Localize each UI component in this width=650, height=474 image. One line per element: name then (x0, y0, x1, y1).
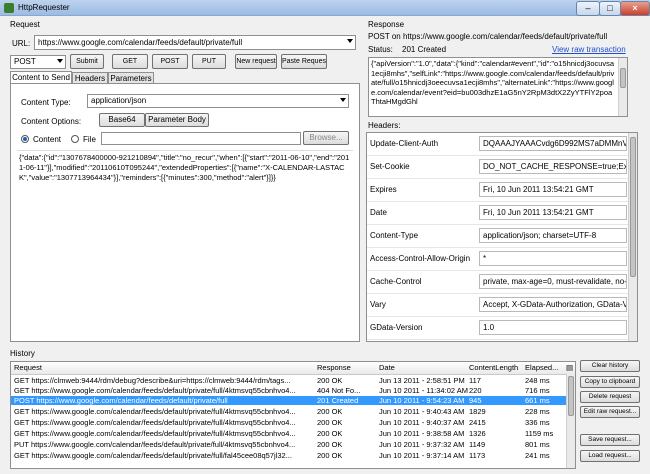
new-request-button[interactable]: New request (235, 54, 277, 69)
base64-button[interactable]: Base64 (99, 113, 145, 127)
table-row[interactable]: GET https://www.google.com/calendar/feed… (11, 407, 575, 416)
content-type-label: Content Type: (21, 98, 71, 107)
history-scrollbar[interactable] (566, 374, 575, 468)
header-value[interactable]: Fri, 10 Jun 2011 13:54:21 GMT (479, 205, 627, 220)
title-bar: HttpRequester – □ × (0, 0, 650, 16)
header-row: Set-Cookie DO_NOT_CACHE_RESPONSE=true;Ex (367, 156, 629, 179)
status-value: 201 Created (402, 45, 447, 54)
header-row: Expires Fri, 10 Jun 2011 13:54:21 GMT (367, 179, 629, 202)
header-value[interactable]: * (479, 251, 627, 266)
response-body-scrollbar[interactable] (618, 58, 627, 116)
radio-file-label: File (83, 135, 96, 144)
header-row: Cache-Control private, max-age=0, must-re… (367, 271, 629, 294)
headers-label: Headers: (368, 121, 401, 130)
paste-request-button[interactable]: Paste Request (281, 54, 327, 69)
header-value[interactable]: 1.0 (479, 320, 627, 335)
header-row: Vary Accept, X-GData-Authorization, GData… (367, 294, 629, 317)
chevron-down-icon[interactable] (347, 39, 353, 43)
minimize-icon[interactable]: – (576, 1, 600, 16)
status-label: Status: (368, 45, 393, 54)
delete-request-button[interactable]: Delete request (580, 391, 640, 403)
header-key: Expires (370, 185, 397, 194)
header-value[interactable]: Accept, X-GData-Authorization, GData-V (479, 297, 627, 312)
header-key: Set-Cookie (370, 162, 410, 171)
app-icon (4, 3, 14, 13)
header-row: Update-Client-Auth DQAAAJYAAACvdg6D992MS7… (367, 133, 629, 156)
column-chooser-icon[interactable]: ▤ (566, 363, 573, 372)
header-value[interactable]: Fri, 10 Jun 2011 13:54:21 GMT (479, 182, 627, 197)
window-title: HttpRequester (18, 3, 70, 12)
clear-history-button[interactable]: Clear history (580, 360, 640, 372)
chevron-down-icon[interactable] (340, 98, 346, 102)
response-body-text: {"apiVersion":"1.0","data":{"kind":"cale… (371, 59, 615, 106)
content-type-value: application/json (91, 96, 147, 105)
request-body-textarea[interactable]: {"data":{"id":"1307678400000-921210894",… (17, 150, 353, 338)
header-key: Content-Type (370, 231, 419, 240)
url-input[interactable]: https://www.google.com/calendar/feeds/de… (34, 35, 356, 50)
response-summary: POST on https://www.google.com/calendar/… (368, 32, 608, 41)
load-request-button[interactable]: Load request... (580, 450, 640, 462)
file-path-input[interactable] (101, 132, 301, 145)
header-row: Date Fri, 10 Jun 2011 13:54:21 GMT (367, 202, 629, 225)
url-value: https://www.google.com/calendar/feeds/de… (38, 38, 243, 47)
copy-to-clipboard-button[interactable]: Copy to clipboard (580, 376, 640, 388)
header-value[interactable]: DO_NOT_CACHE_RESPONSE=true;Ex (479, 159, 627, 174)
history-table: Request Response Date ContentLength Elap… (10, 361, 576, 469)
col-request[interactable]: Request (14, 363, 42, 372)
save-request-button[interactable]: Save request... (580, 434, 640, 446)
history-header-row: Request Response Date ContentLength Elap… (11, 362, 575, 375)
table-row[interactable]: GET https://www.google.com/calendar/feed… (11, 386, 575, 395)
response-headers-list: Update-Client-Auth DQAAAJYAAACvdg6D992MS7… (366, 132, 638, 342)
header-key: Access-Control-Allow-Origin (370, 254, 471, 263)
put-button[interactable]: PUT (192, 54, 226, 69)
headers-scrollbar[interactable] (628, 133, 637, 341)
radio-content[interactable] (21, 135, 29, 143)
table-row[interactable]: GET https://clmweb:9444/rdm/debug?descri… (11, 376, 575, 385)
radio-content-label: Content (33, 135, 62, 144)
submit-button[interactable]: Submit (70, 54, 104, 69)
table-row[interactable]: GET https://www.google.com/calendar/feed… (11, 429, 575, 438)
url-label: URL: (12, 39, 31, 48)
method-value: POST (14, 57, 36, 66)
close-icon[interactable]: × (620, 1, 650, 16)
response-body-textarea[interactable]: {"apiVersion":"1.0","data":{"kind":"cale… (368, 57, 628, 117)
col-date[interactable]: Date (379, 363, 395, 372)
content-tab-panel: Content Type: application/json Content O… (10, 83, 360, 342)
table-row[interactable]: GET https://www.google.com/calendar/feed… (11, 451, 575, 460)
header-value[interactable]: private, max-age=0, must-revalidate, no-… (479, 274, 627, 289)
history-section-label: History (10, 349, 35, 358)
response-section-label: Response (368, 20, 405, 29)
header-key: Vary (370, 300, 386, 309)
col-content-length[interactable]: ContentLength (469, 363, 518, 372)
header-row: Content-Type application/json; charset=UT… (367, 225, 629, 248)
col-elapsed[interactable]: Elapsed... (525, 363, 558, 372)
header-key: Cache-Control (370, 277, 422, 286)
get-button[interactable]: GET (112, 54, 148, 69)
headers-rows: Update-Client-Auth DQAAAJYAAACvdg6D992MS7… (367, 133, 629, 341)
browse-button[interactable]: Browse... (303, 131, 349, 145)
edit-raw-request-button[interactable]: Edit raw request... (580, 406, 640, 418)
col-response[interactable]: Response (317, 363, 351, 372)
content-type-select[interactable]: application/json (87, 94, 349, 108)
view-raw-transaction-link[interactable]: View raw transaction (552, 45, 626, 54)
header-value[interactable]: DQAAAJYAAACvdg6D992MS7aDMMnV (479, 136, 627, 151)
table-row-selected[interactable]: POST https://www.google.com/calendar/fee… (11, 396, 575, 405)
header-key: Date (370, 208, 387, 217)
header-value[interactable]: application/json; charset=UTF-8 (479, 228, 627, 243)
chevron-down-icon[interactable] (57, 59, 63, 63)
request-section-label: Request (10, 20, 40, 29)
table-row[interactable]: PUT https://www.google.com/calendar/feed… (11, 440, 575, 449)
method-select[interactable]: POST (10, 55, 66, 69)
header-row: Access-Control-Allow-Origin * (367, 248, 629, 271)
content-options-label: Content Options: (21, 117, 82, 126)
table-row[interactable]: GET https://www.google.com/calendar/feed… (11, 418, 575, 427)
post-button[interactable]: POST (152, 54, 188, 69)
header-key: Update-Client-Auth (370, 139, 439, 148)
radio-file[interactable] (71, 135, 79, 143)
parameter-body-button[interactable]: Parameter Body (145, 113, 209, 127)
maximize-icon[interactable]: □ (599, 1, 621, 16)
header-row: GData-Version 1.0 (367, 317, 629, 340)
header-key: GData-Version (370, 323, 423, 332)
